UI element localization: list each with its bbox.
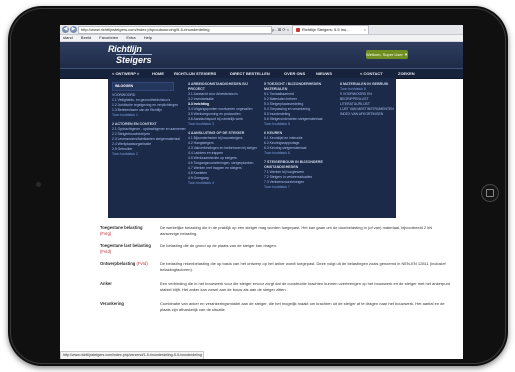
url-input[interactable]: http://www.richtlijnsteigers.com/index.p… [78, 26, 272, 34]
mega-col-1: INLOGGEN VOORWOORD 1.1 Veiligheids- en g… [112, 82, 186, 157]
forward-button[interactable]: ▶ [70, 26, 77, 33]
logo-line2: Steigers [116, 54, 152, 65]
mega-col-3: 5 TOEZICHT / BIJZONDERHEDEN MATERIALEN 5… [264, 82, 330, 190]
glossary-definition: De werkelijke belasting die in de prakti… [160, 225, 433, 236]
nav-item-direct-bestellen[interactable]: DIRECT BESTELLEN [230, 69, 270, 78]
tablet-screen: ◀ ▶ http://www.richtlijnsteigers.com/ind… [60, 25, 463, 359]
glossary-term: Ontwerpbelasting (Fvrd) [100, 261, 154, 267]
term-label: Toegestane belasting [100, 225, 143, 230]
show-chapter-link[interactable]: Toon hoofdstuk 7 [264, 185, 330, 190]
logo-line1: Richtlijn [108, 44, 142, 54]
favicon-icon [296, 27, 300, 32]
nav-item-over-ons[interactable]: OVER ONS [284, 69, 305, 78]
user-menu-button[interactable]: Welkom, Super User ▼ [366, 50, 408, 59]
glossary-term: Toegestane last belasting (Fvrd) [100, 243, 154, 255]
menu-item-stand[interactable]: stand [63, 35, 73, 40]
browser-menu-bar: stand Beeld Favorieten Extra Help [60, 35, 463, 42]
browser-tab[interactable]: Richtlijn Steigers: 5.5 Inu... × [292, 25, 369, 34]
site-header: Richtlijn Steigers Welkom, Super User ▼ [60, 42, 463, 68]
menu-item-extra[interactable]: Extra [126, 35, 135, 40]
user-menu-label: Welkom, Super User [366, 52, 403, 57]
nav-item-ontwerp[interactable]: < ONTWERP > [112, 69, 139, 78]
glossary-term: Verankering [100, 301, 154, 307]
menu-item-favorieten[interactable]: Favorieten [99, 35, 118, 40]
home-button-icon[interactable] [481, 184, 499, 202]
camera-icon [36, 182, 41, 187]
term-symbol: (Fvrd) [136, 261, 148, 266]
back-button[interactable]: ◀ [62, 26, 69, 33]
tab-close-icon[interactable]: × [364, 26, 366, 34]
section-heading: 5 TOEZICHT / BIJZONDERHEDEN MATERIALEN [264, 82, 322, 91]
mega-col-4: 8 MATERIALEN IN GEBRUIK Toon hoofdstuk 8… [340, 82, 394, 117]
section-heading: 7 STEIGERBOUW IN BIJZONDERE OMSTANDIGHED… [264, 160, 323, 169]
term-label: Ontwerpbelasting [100, 261, 136, 266]
glossary-term: Toegestane belasting (Fvrg) [100, 225, 154, 237]
term-label: Verankering [100, 301, 124, 306]
address-controls[interactable]: ρ - ⊠ ⟳ × [272, 26, 289, 33]
term-label: Toegestane last belasting [100, 243, 151, 248]
mega-menu: INLOGGEN VOORWOORD 1.1 Veiligheids- en g… [108, 78, 396, 218]
glossary-definition: Combinatie van anker en verankeringsmidd… [160, 301, 445, 312]
caret-down-icon: ▼ [403, 52, 408, 57]
tablet-frame: ◀ ▶ http://www.richtlijnsteigers.com/ind… [8, 6, 508, 366]
login-tab[interactable]: INLOGGEN [112, 82, 174, 91]
menu-link[interactable]: 9 VOORWOORD EN BEGRIPPENLIJST LITERATUUR… [340, 92, 394, 107]
mega-col-2: 3 ARBEIDSOMSTANDIGHEDEN BIJ PROJECT 3.1 … [188, 82, 257, 186]
show-chapter-link[interactable]: Toon hoofdstuk 4 [188, 181, 254, 186]
glossary-definition: De belasting die de grond op de plaats v… [160, 243, 277, 248]
show-chapter-link[interactable]: Toon hoofdstuk 2 [112, 152, 174, 157]
section-heading: 3 ARBEIDSOMSTANDIGHEDEN BIJ PROJECT [188, 82, 248, 91]
glossary-definition: Een verbinding die in het bouwwerk voor … [160, 281, 450, 292]
nav-item-home[interactable]: HOME [152, 69, 164, 78]
term-symbol: (Fvrg) [100, 231, 112, 236]
term-symbol: (Fvrd) [100, 249, 112, 254]
menu-item-beeld[interactable]: Beeld [81, 35, 91, 40]
menu-item-help[interactable]: Help [144, 35, 152, 40]
term-label: Anker [100, 281, 112, 286]
browser-address-row: ◀ ▶ http://www.richtlijnsteigers.com/ind… [60, 25, 463, 35]
tab-title: Richtlijn Steigers: 5.5 Inu... [302, 27, 350, 32]
nav-item-zoeken[interactable]: ZOEKEN [398, 69, 415, 78]
site-logo[interactable]: Richtlijn Steigers [108, 44, 160, 65]
status-bar: http://www.richtlijnsteigers.com/index.p… [60, 351, 204, 359]
menu-link[interactable]: INDEX VAN AFKORTINGEN [340, 112, 394, 117]
nav-item-richtlijn-steigers[interactable]: RICHTLIJN STEIGERS [174, 69, 216, 78]
glossary-term: Anker [100, 281, 154, 287]
glossary-definition: De belasting rekenbelasting die op basis… [160, 261, 446, 272]
nav-item-nieuws[interactable]: NIEUWS [316, 69, 332, 78]
nav-item-contact[interactable]: < CONTACT [360, 69, 383, 78]
